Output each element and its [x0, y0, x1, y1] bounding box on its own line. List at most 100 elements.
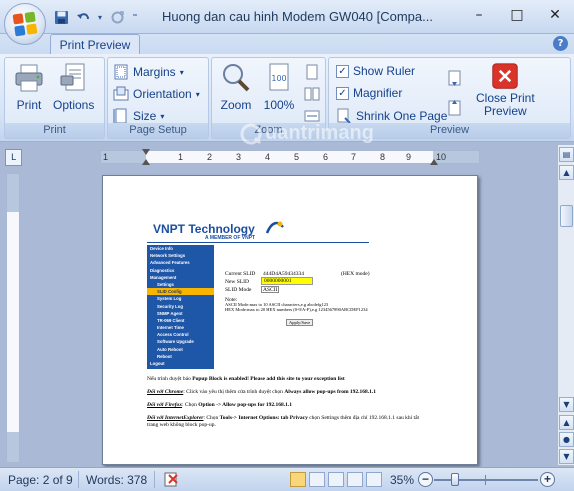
save-icon[interactable] [52, 8, 70, 26]
ruler-number: 1 [178, 152, 184, 162]
size-button[interactable]: Size ▾ [113, 108, 164, 124]
print-label: Print [16, 98, 42, 112]
help-icon[interactable]: ? [553, 36, 568, 51]
two-pages-icon[interactable] [304, 86, 320, 102]
quick-access-toolbar: ▾ ⁼ [52, 8, 140, 26]
options-button[interactable]: Options [53, 62, 94, 112]
zoom-label: Zoom [220, 98, 252, 112]
right-indent-marker-icon[interactable] [430, 159, 438, 165]
p1-bold: Popup Block is enabled! Please add this … [192, 376, 345, 382]
full-screen-view-button[interactable] [309, 472, 325, 487]
vnpt-brand: VNPT Technology [153, 222, 255, 236]
magnifier-checkbox[interactable]: ✓ Magnifier [336, 86, 402, 100]
header-divider [147, 242, 369, 243]
p4-text-2: chọn Settings thêm địa chỉ 192.168.1.1 s… [307, 415, 420, 421]
orientation-icon [113, 86, 129, 101]
zoom-100-button[interactable]: 100 100% [263, 62, 295, 112]
show-ruler-checkbox[interactable]: ✓ Show Ruler [336, 64, 415, 78]
watermark-logo-icon [240, 123, 262, 144]
printer-icon [15, 64, 43, 92]
p3-bold: Option -> Allow pop-ups for 192.168.1.1 [198, 402, 293, 408]
chevron-down-icon: ▾ [195, 89, 200, 99]
zoom-center-mark [485, 475, 486, 485]
document-page[interactable]: VNPT Technology A MEMBER OF VNPT Device … [102, 175, 478, 465]
close-button[interactable]: ✕ [536, 0, 574, 30]
office-button[interactable] [4, 3, 46, 45]
previous-page-icon[interactable] [446, 98, 464, 116]
tab-print-preview[interactable]: Print Preview [50, 34, 140, 55]
outline-view-button[interactable] [347, 472, 363, 487]
undo-dropdown-icon[interactable]: ▾ [96, 8, 104, 26]
draft-view-button[interactable] [366, 472, 382, 487]
vnpt-logo-icon [266, 221, 284, 234]
ruler-toggle-icon[interactable]: ▤ [559, 147, 574, 162]
minimize-button[interactable]: – [460, 0, 498, 30]
orientation-button[interactable]: Orientation ▾ [113, 86, 200, 102]
sidebar-item: Network Settings [150, 253, 186, 259]
undo-icon[interactable] [74, 8, 92, 26]
ribbon-tab-row: Print Preview ? [0, 34, 574, 55]
slid-mode-select[interactable]: ASCII [261, 286, 279, 293]
p1-normal: Nếu trình duyệt báo [147, 376, 193, 382]
vertical-ruler[interactable] [6, 173, 20, 463]
sidebar-item: Access Control [157, 332, 189, 338]
window-controls: – □ ✕ [460, 0, 574, 30]
p2-bold: Always allow pop-ups from 192.168.1.1 [284, 389, 377, 395]
new-slid-input[interactable]: 0000000001 [261, 277, 313, 285]
ruler-margin-bottom [7, 432, 19, 462]
horizontal-ruler[interactable]: 1 1 2 3 4 5 6 7 8 9 10 [100, 149, 480, 165]
tab-stop-selector[interactable]: L [5, 149, 22, 166]
sidebar-item: TR-069 Client [157, 317, 185, 323]
svg-text:100: 100 [271, 74, 286, 83]
web-layout-view-button[interactable] [328, 472, 344, 487]
size-icon [113, 108, 127, 124]
p4-italic: Đối với InternetExplorer [147, 415, 204, 421]
proofing-icon[interactable] [163, 471, 181, 488]
close-print-preview-button[interactable]: Close Print Preview [476, 62, 535, 118]
scroll-up-button[interactable]: ▲ [559, 165, 574, 180]
ruler-number: 8 [380, 152, 386, 162]
zoom-in-button[interactable]: + [540, 472, 555, 487]
vertical-scrollbar[interactable]: ▤ ▲ ▼ ▲ ● ▼ [557, 145, 574, 465]
indent-marker-icon[interactable] [142, 159, 150, 165]
apply-save-button[interactable]: Apply/Save [286, 319, 314, 326]
zoom-slider-thumb[interactable] [450, 473, 459, 486]
margins-button[interactable]: Margins ▾ [113, 64, 184, 80]
office-logo-icon [12, 11, 38, 37]
current-slid-label: Current SLID [225, 271, 256, 277]
slid-mode-label: SLID Mode [225, 287, 252, 293]
options-icon [60, 63, 85, 91]
shrink-label: Shrink One Page [356, 109, 448, 123]
sidebar-item: SNMP Agent [157, 310, 183, 316]
next-page-icon[interactable] [446, 70, 464, 88]
checkbox-checked-icon: ✓ [336, 64, 349, 78]
print-group-label: Print [5, 123, 104, 138]
page-count[interactable]: Page: 2 of 9 [8, 473, 73, 487]
scroll-down-button[interactable]: ▼ [559, 397, 574, 412]
previous-page-button[interactable]: ▲ [559, 415, 574, 430]
zoom-out-button[interactable]: − [418, 472, 433, 487]
ruler-number: 6 [323, 152, 329, 162]
sidebar-item: SLID Config [147, 288, 214, 296]
print-button[interactable]: Print [13, 62, 45, 112]
select-browse-object-icon[interactable]: ● [559, 432, 574, 447]
customize-qat-icon[interactable]: ⁼ [130, 8, 140, 26]
redo-icon[interactable] [108, 8, 126, 26]
zoom-slider-track[interactable] [434, 479, 538, 481]
indent-marker-icon[interactable] [142, 149, 150, 155]
sidebar-item: Auto Reboot [157, 346, 183, 352]
checkbox-checked-icon: ✓ [336, 86, 349, 100]
word-count[interactable]: Words: 378 [86, 473, 147, 487]
one-page-icon[interactable] [304, 64, 320, 80]
zoom-button[interactable]: Zoom [220, 62, 252, 112]
maximize-button[interactable]: □ [498, 0, 536, 30]
orientation-label: Orientation [133, 87, 192, 101]
print-layout-view-button[interactable] [290, 472, 306, 487]
zoom-100-label: 100% [263, 98, 295, 112]
sidebar-list: Device Info Network Settings Advanced Feat… [147, 245, 214, 367]
next-page-button[interactable]: ▼ [559, 449, 574, 464]
zoom-level[interactable]: 35% [390, 473, 414, 487]
margins-icon [114, 64, 128, 80]
scroll-thumb[interactable] [560, 205, 573, 227]
ruler-margin-top [7, 174, 19, 212]
